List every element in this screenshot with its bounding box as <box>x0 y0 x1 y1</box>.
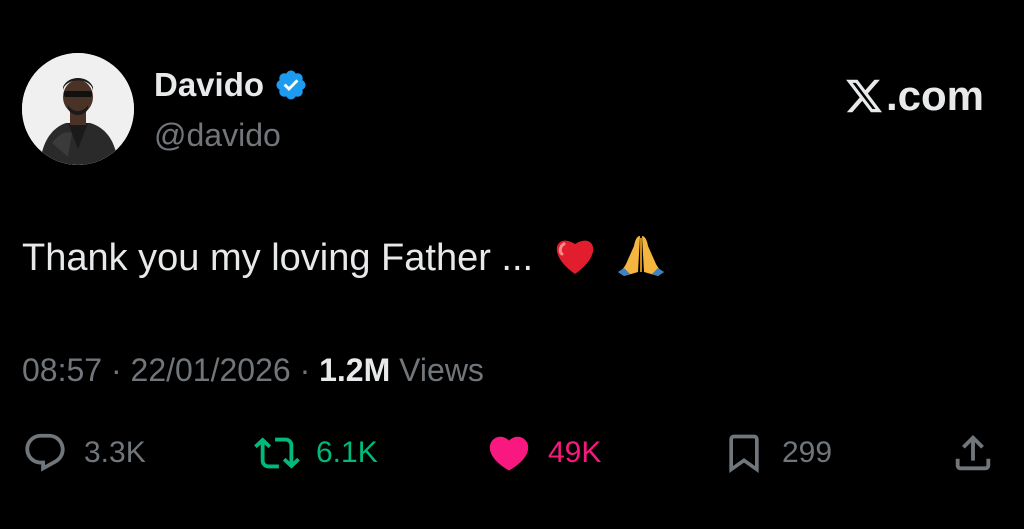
tweet-text: Thank you my loving Father ... <box>22 232 666 280</box>
views-label: Views <box>399 352 484 388</box>
repost-count: 6.1K <box>316 436 378 469</box>
repost-button[interactable]: 6.1K <box>254 430 378 476</box>
heart-icon <box>486 430 532 476</box>
author-handle[interactable]: @davido <box>154 117 281 154</box>
tweet-date[interactable]: 22/01/2026 <box>131 352 291 388</box>
like-button[interactable]: 49K <box>486 430 601 476</box>
bookmark-button[interactable]: 299 <box>722 430 832 476</box>
reply-icon <box>22 430 68 476</box>
repost-icon <box>254 430 300 476</box>
views-count: 1.2M <box>319 352 391 388</box>
bookmark-count: 299 <box>782 436 833 469</box>
share-icon <box>950 430 996 476</box>
share-button[interactable] <box>950 430 996 476</box>
brand: .com <box>844 72 984 120</box>
meta-separator: · <box>110 352 122 388</box>
avatar[interactable] <box>22 53 134 165</box>
tweet-text-body: Thank you my loving Father ... <box>22 237 534 279</box>
like-count: 49K <box>548 436 602 469</box>
reply-count: 3.3K <box>84 436 146 469</box>
reply-button[interactable]: 3.3K <box>22 430 146 476</box>
verified-badge-icon <box>274 68 308 102</box>
brand-label: .com <box>885 72 984 119</box>
meta-separator: · <box>299 352 311 388</box>
bookmark-icon <box>722 430 766 476</box>
author-name-row[interactable]: Davido <box>154 66 308 104</box>
display-name[interactable]: Davido <box>154 66 264 104</box>
tweet-meta: 08:57 · 22/01/2026 · 1.2M Views <box>22 352 484 389</box>
tweet-time[interactable]: 08:57 <box>22 352 102 388</box>
tweet-actions-bar: 3.3K 6.1K 49K 299 <box>0 430 1024 480</box>
red-heart-emoji <box>552 234 598 276</box>
folded-hands-emoji <box>616 232 666 276</box>
x-logo-icon <box>844 76 884 116</box>
